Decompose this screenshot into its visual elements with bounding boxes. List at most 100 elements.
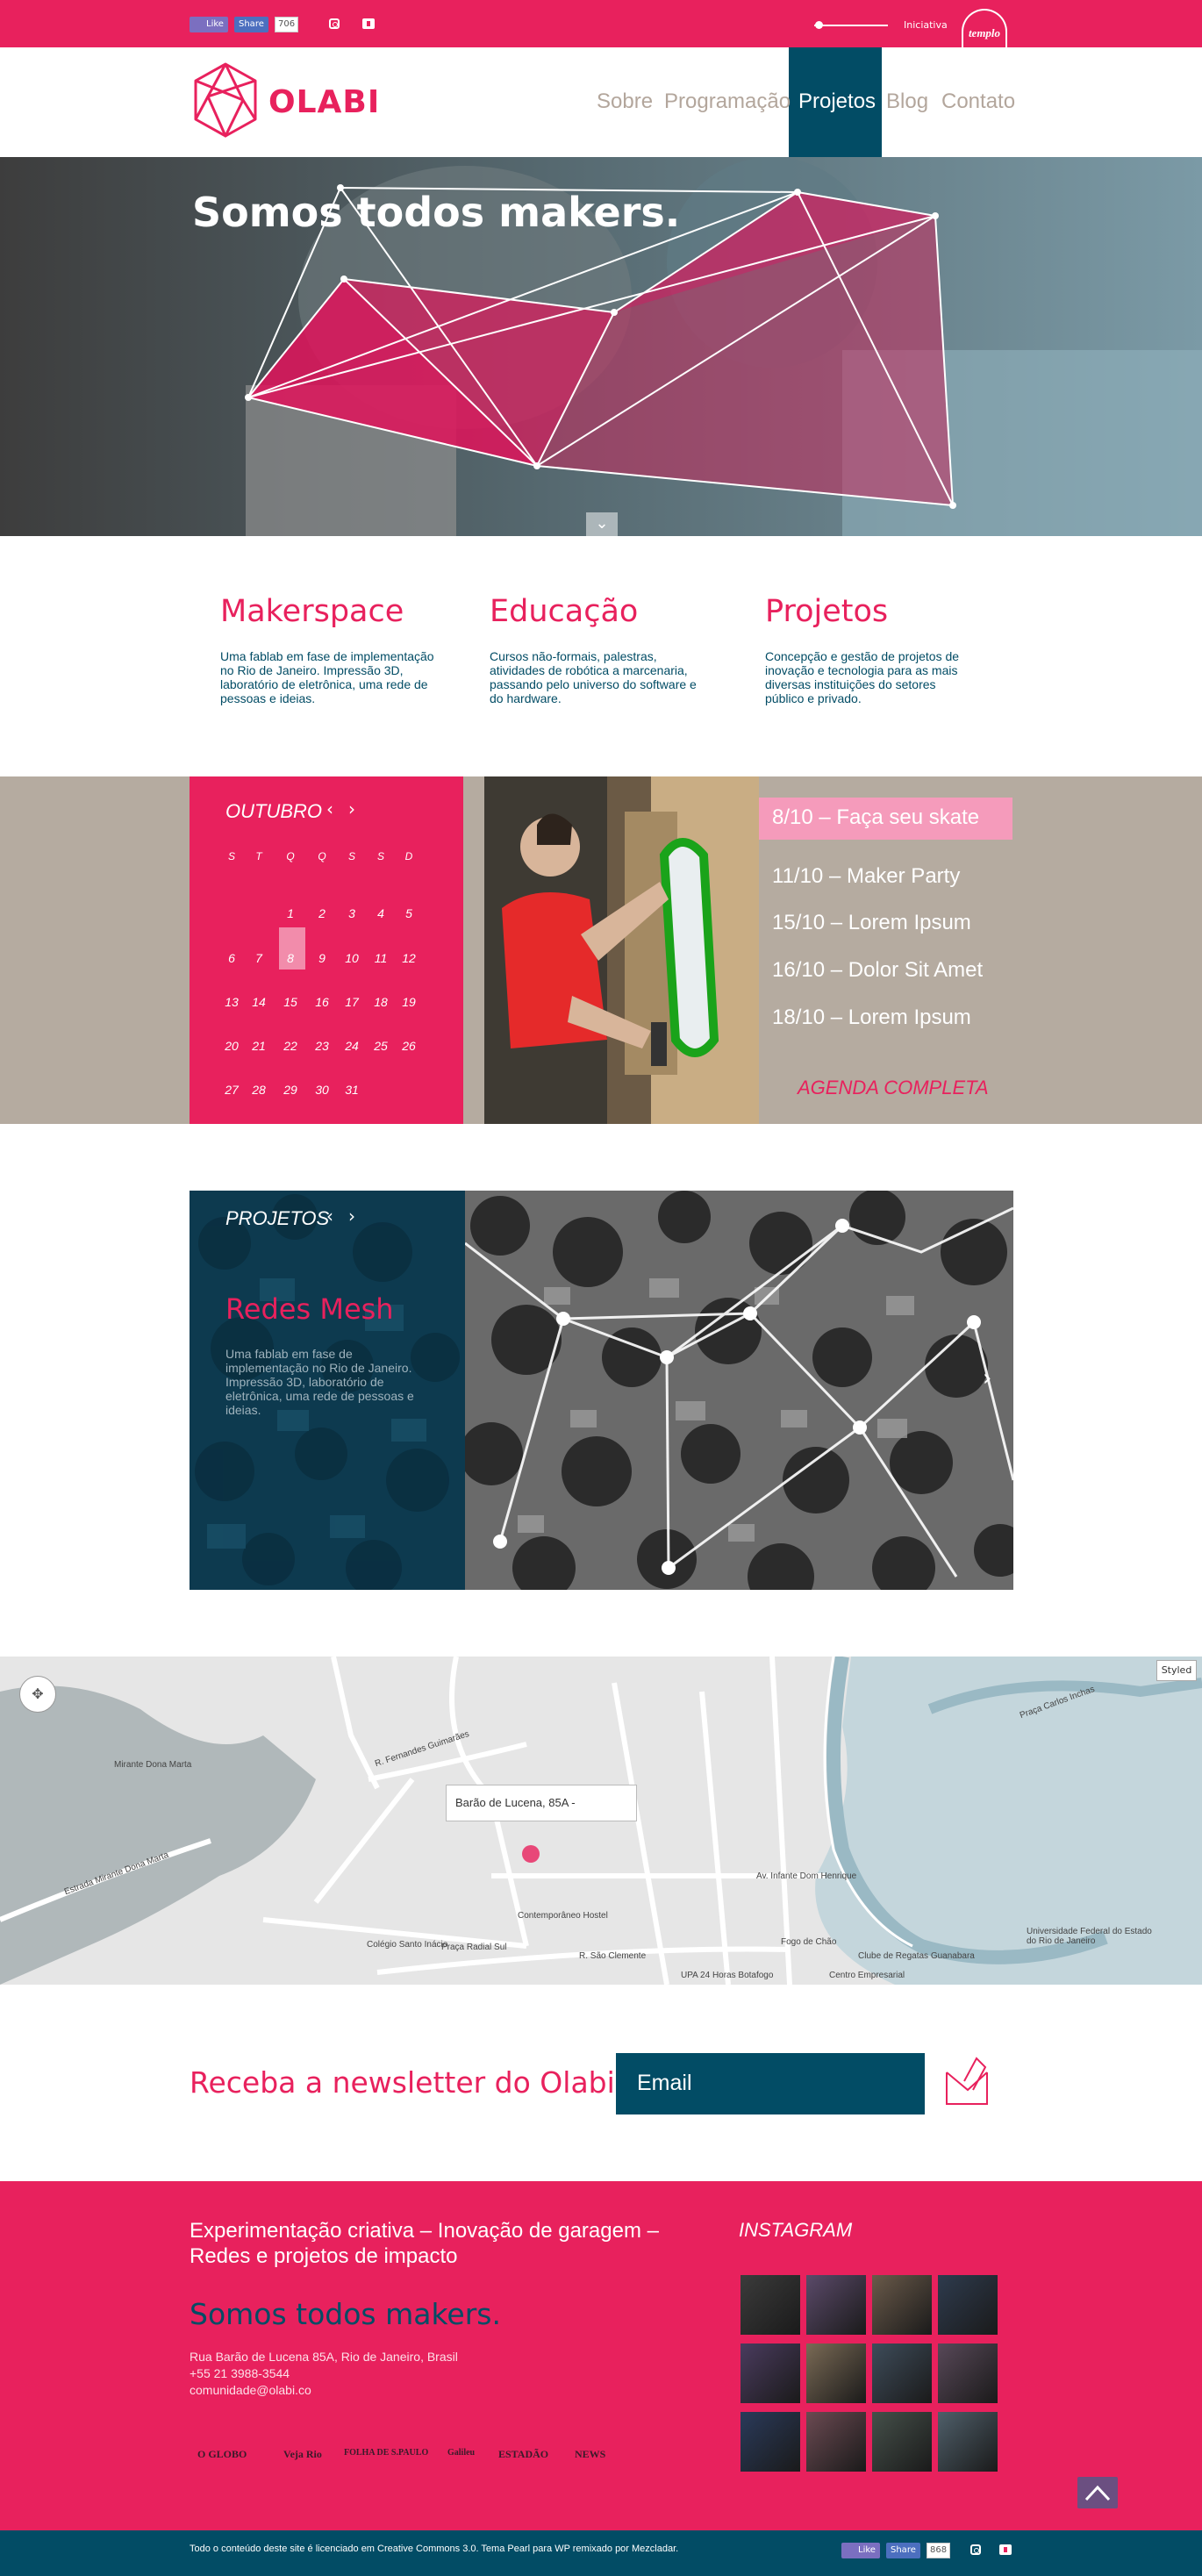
- send-icon[interactable]: [943, 2055, 992, 2107]
- nav-contato[interactable]: Contato: [941, 89, 1015, 114]
- project-image[interactable]: ›: [465, 1191, 1013, 1590]
- instagram-thumbnail[interactable]: [936, 2342, 999, 2405]
- service-title-projetos[interactable]: Projetos: [765, 594, 888, 629]
- calendar-day[interactable]: 6: [218, 951, 245, 965]
- calendar-day[interactable]: 2: [309, 906, 335, 920]
- calendar-day[interactable]: 10: [339, 951, 365, 965]
- calendar-day[interactable]: 5: [396, 906, 422, 920]
- map-label: Clube de Regatas Guanabara: [858, 1951, 975, 1961]
- press-logo-oglobo[interactable]: O GLOBO: [197, 2448, 247, 2461]
- press-logo-folha[interactable]: FOLHA DE S.PAULO: [344, 2448, 428, 2458]
- event-item[interactable]: 8/10 – Faça seu skate: [772, 805, 979, 830]
- calendar-day[interactable]: 19: [396, 995, 422, 1009]
- calendar-weekday: D: [404, 850, 413, 862]
- calendar-day[interactable]: 23: [309, 1039, 335, 1053]
- map-styled-button[interactable]: Styled: [1156, 1660, 1197, 1681]
- chevron-right-icon[interactable]: ›: [348, 798, 355, 819]
- footer-email[interactable]: comunidade@olabi.co: [190, 2383, 311, 2397]
- hero-title: Somos todos makers.: [192, 189, 681, 236]
- map-pan-control-icon[interactable]: ✥: [19, 1676, 56, 1713]
- instagram-thumbnail[interactable]: [870, 2342, 934, 2405]
- press-logo-estadao[interactable]: ESTADÃO: [498, 2448, 548, 2461]
- calendar-day[interactable]: 16: [309, 995, 335, 1009]
- instagram-thumbnail[interactable]: [870, 2273, 934, 2336]
- newsletter-email-input[interactable]: Email: [616, 2053, 925, 2114]
- flickr-icon[interactable]: [362, 18, 375, 29]
- calendar-day[interactable]: 17: [339, 995, 365, 1009]
- instagram-thumbnail[interactable]: [936, 2410, 999, 2473]
- facebook-share-button[interactable]: Share: [886, 2543, 920, 2558]
- instagram-thumbnail[interactable]: [805, 2342, 868, 2405]
- chevron-right-icon[interactable]: ›: [348, 1206, 355, 1227]
- instagram-icon[interactable]: [970, 2544, 981, 2555]
- instagram-thumbnail[interactable]: [936, 2273, 999, 2336]
- calendar-day[interactable]: 20: [218, 1039, 245, 1053]
- map-label: Colégio Santo Inácio: [367, 1940, 448, 1950]
- press-logo-galileu[interactable]: Galileu: [447, 2448, 475, 2458]
- calendar-day[interactable]: 8: [277, 951, 304, 965]
- instagram-thumbnail[interactable]: [870, 2410, 934, 2473]
- templo-logo[interactable]: templo: [962, 9, 1007, 47]
- scroll-down-button[interactable]: ⌄: [586, 512, 618, 536]
- olabi-logo-icon[interactable]: [192, 61, 259, 139]
- press-logo-news[interactable]: NEWS: [575, 2448, 605, 2461]
- event-item[interactable]: 16/10 – Dolor Sit Amet: [772, 958, 983, 983]
- instagram-thumbnail[interactable]: [739, 2273, 802, 2336]
- instagram-thumbnail[interactable]: [739, 2342, 802, 2405]
- calendar-day[interactable]: 28: [246, 1083, 272, 1097]
- calendar-day[interactable]: 9: [309, 951, 335, 965]
- instagram-icon[interactable]: [329, 18, 340, 29]
- calendar-day[interactable]: 11: [368, 951, 394, 965]
- calendar-month: OUTUBRO: [225, 800, 322, 822]
- press-logo-vejario[interactable]: Veja Rio: [283, 2448, 322, 2461]
- instagram-thumbnail[interactable]: [805, 2410, 868, 2473]
- facebook-share-button[interactable]: Share: [234, 17, 268, 32]
- chevron-down-icon: ⌄: [595, 514, 609, 533]
- calendar-day[interactable]: 22: [277, 1039, 304, 1053]
- nav-programacao[interactable]: Programação: [664, 89, 791, 114]
- instagram-thumbnail[interactable]: [739, 2410, 802, 2473]
- calendar-day[interactable]: 4: [368, 906, 394, 920]
- chevron-left-icon[interactable]: ‹: [326, 798, 333, 819]
- footer-tagline: Experimentação criativa – Inovação de ga…: [190, 2219, 659, 2268]
- brand-name[interactable]: OLABI: [268, 84, 380, 120]
- calendar-day[interactable]: 31: [339, 1083, 365, 1097]
- calendar-day[interactable]: 26: [396, 1039, 422, 1053]
- calendar-day[interactable]: 15: [277, 995, 304, 1009]
- service-title-educacao[interactable]: Educação: [490, 594, 638, 629]
- map-info-popup[interactable]: Barão de Lucena, 85A -: [446, 1785, 637, 1821]
- event-item[interactable]: 11/10 – Maker Party: [772, 864, 960, 889]
- event-item[interactable]: 15/10 – Lorem Ipsum: [772, 911, 971, 935]
- event-item[interactable]: 18/10 – Lorem Ipsum: [772, 1005, 971, 1030]
- back-to-top-button[interactable]: [1077, 2477, 1118, 2508]
- svg-text:›: ›: [983, 1365, 991, 1392]
- calendar-day[interactable]: 1: [277, 906, 304, 920]
- calendar-day[interactable]: 7: [246, 951, 272, 965]
- calendar-day[interactable]: 24: [339, 1039, 365, 1053]
- calendar-day[interactable]: 29: [277, 1083, 304, 1097]
- footer-address: Rua Barão de Lucena 85A, Rio de Janeiro,…: [190, 2350, 458, 2364]
- chevron-left-icon[interactable]: ‹: [326, 1206, 333, 1227]
- calendar-day[interactable]: 14: [246, 995, 272, 1009]
- calendar-day[interactable]: 3: [339, 906, 365, 920]
- nav-projetos[interactable]: Projetos: [798, 89, 876, 114]
- service-title-makerspace[interactable]: Makerspace: [220, 594, 404, 629]
- calendar-day[interactable]: 12: [396, 951, 422, 965]
- calendar-day[interactable]: 27: [218, 1083, 245, 1097]
- initiative-slider-handle[interactable]: [815, 21, 823, 29]
- flickr-icon[interactable]: [999, 2544, 1012, 2555]
- event-photo[interactable]: [484, 776, 759, 1124]
- nav-sobre[interactable]: Sobre: [597, 89, 653, 114]
- facebook-like-button[interactable]: Like: [841, 2543, 880, 2558]
- calendar-day[interactable]: 21: [246, 1039, 272, 1053]
- calendar-day[interactable]: 13: [218, 995, 245, 1009]
- facebook-like-button[interactable]: Like: [190, 17, 228, 32]
- project-name[interactable]: Redes Mesh: [225, 1292, 394, 1326]
- nav-blog[interactable]: Blog: [886, 89, 928, 114]
- projects-title: PROJETOS: [225, 1207, 330, 1229]
- calendar-day[interactable]: 25: [368, 1039, 394, 1053]
- instagram-thumbnail[interactable]: [805, 2273, 868, 2336]
- calendar-day[interactable]: 30: [309, 1083, 335, 1097]
- calendar-day[interactable]: 18: [368, 995, 394, 1009]
- agenda-complete-link[interactable]: AGENDA COMPLETA: [798, 1077, 989, 1099]
